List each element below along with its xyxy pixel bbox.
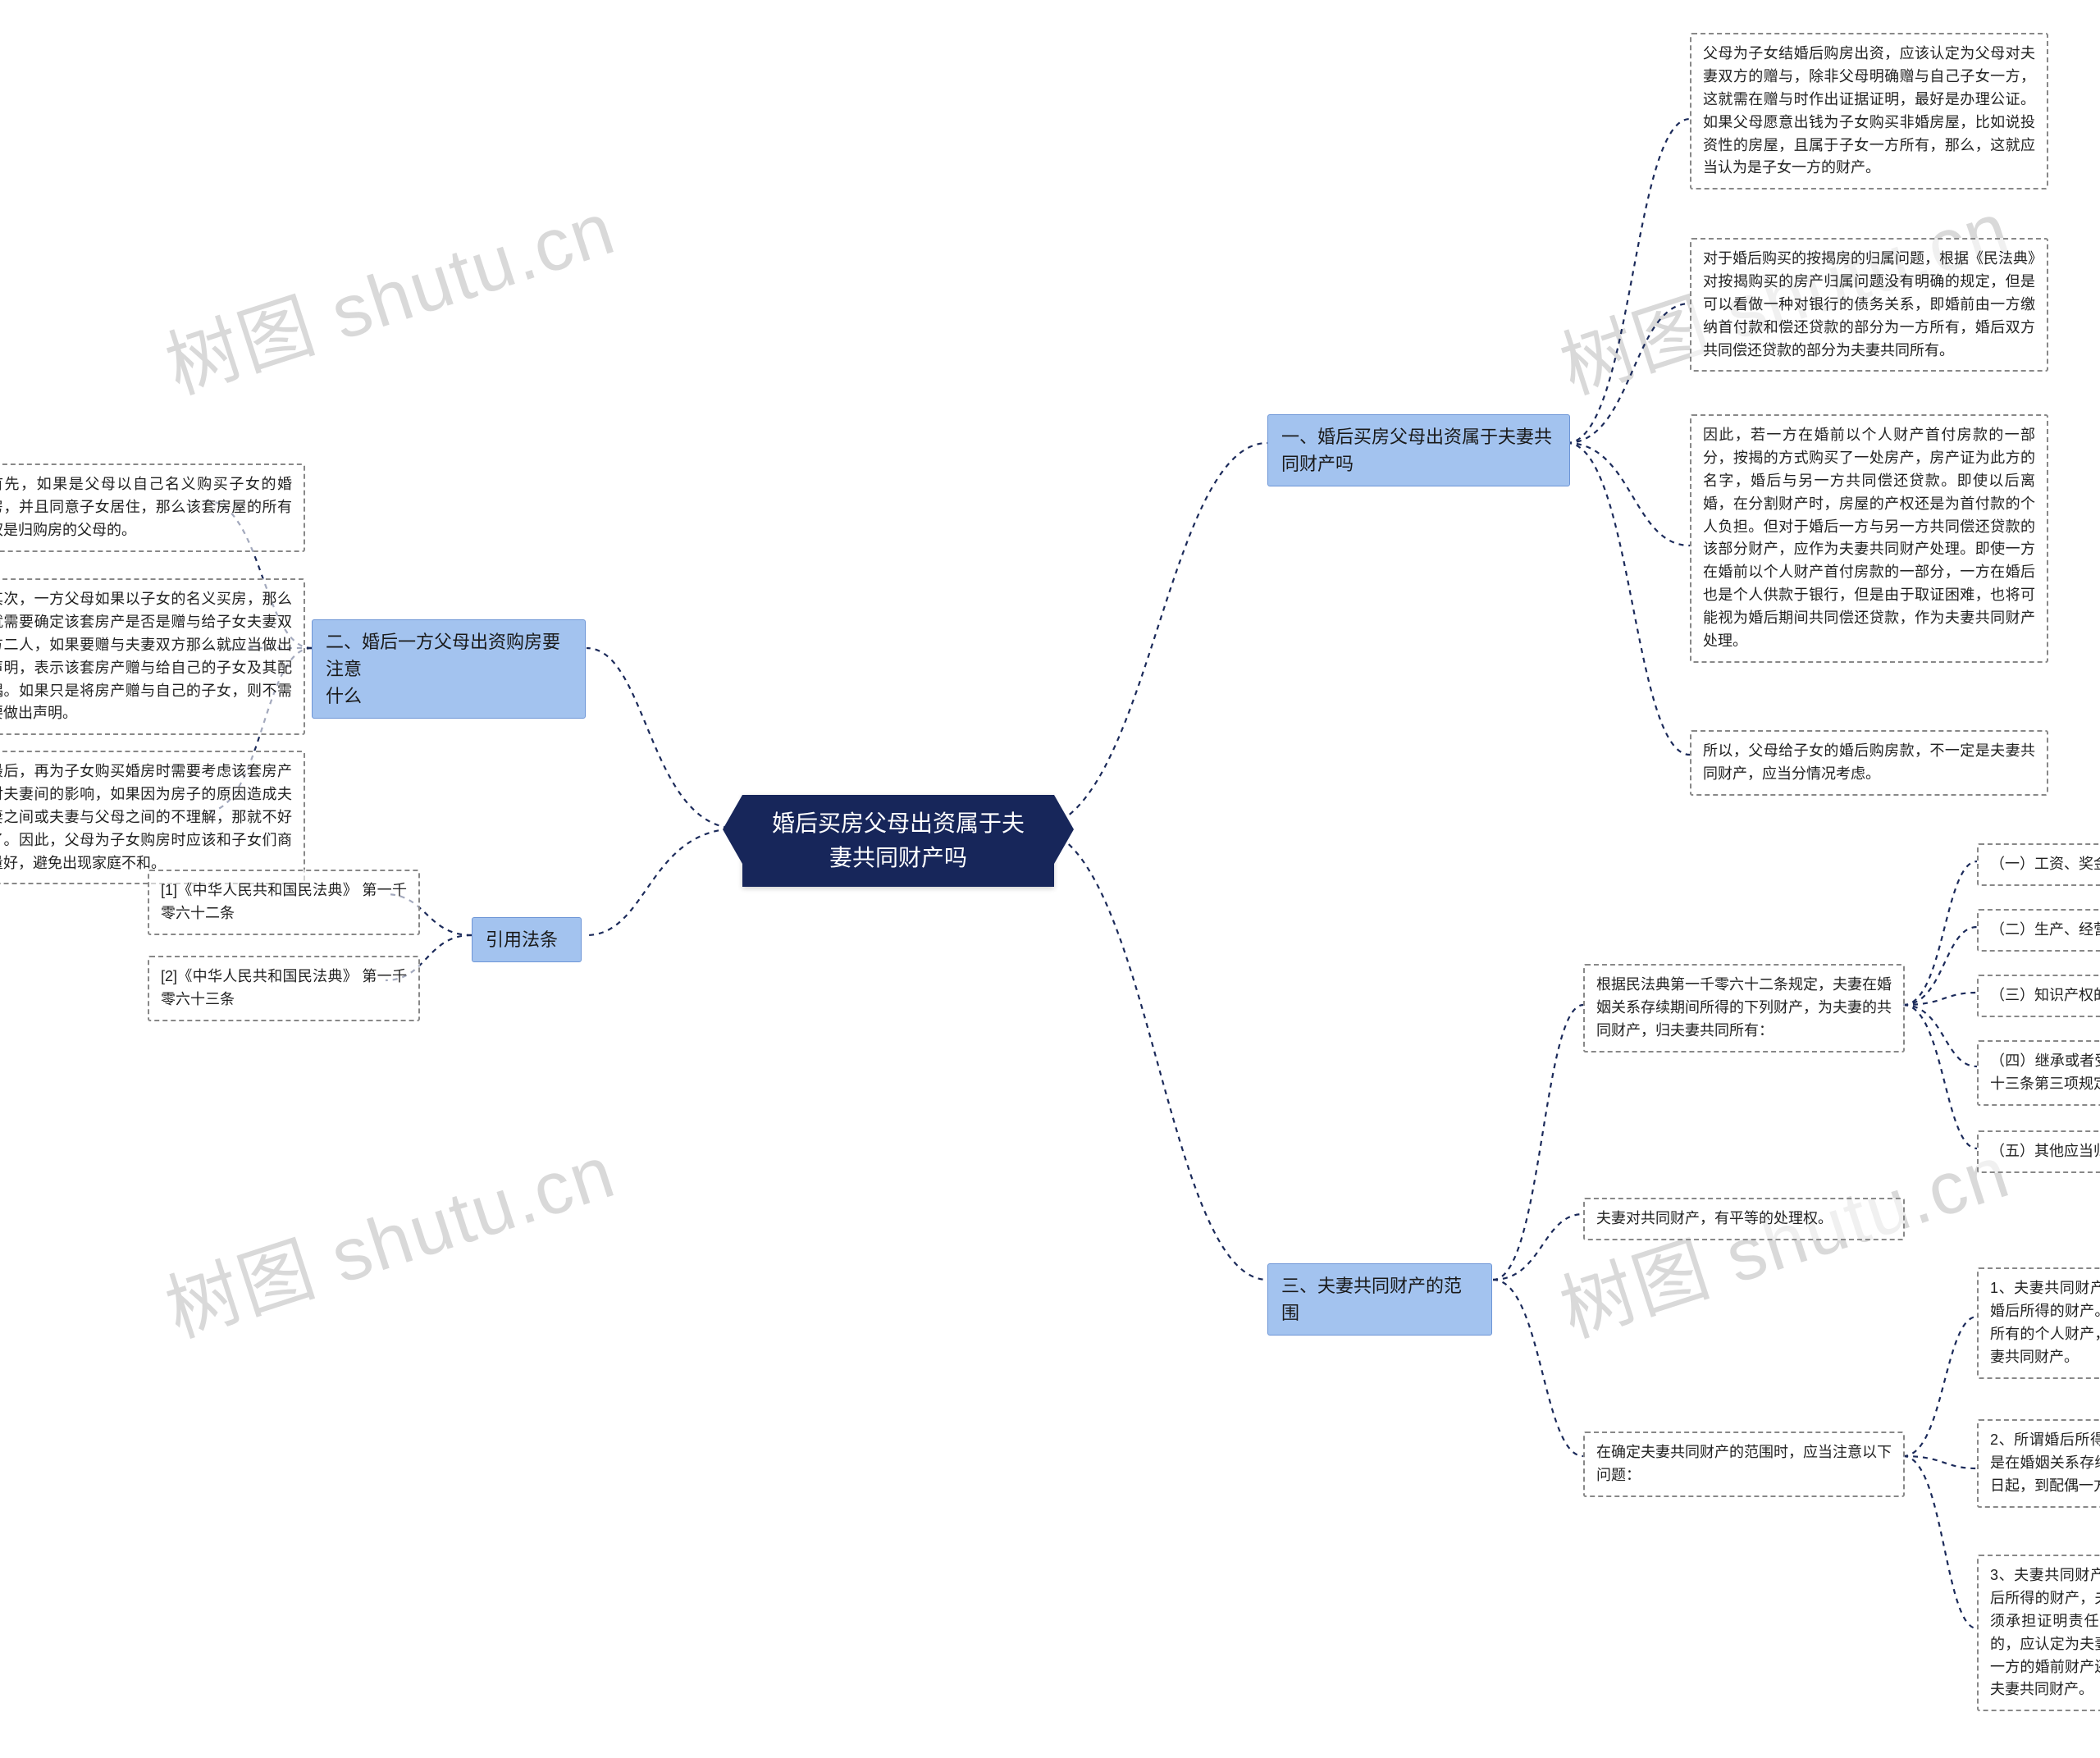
branch-1-l1: 一、婚后买房父母出资属于夫妻共 (1281, 427, 1552, 447)
b3-sub3[interactable]: 在确定夫妻共同财产的范围时，应当注意以下问题： (1583, 1432, 1905, 1497)
b2-leaf-3[interactable]: 最后，再为子女购买婚房时需要考虑该套房产对夫妻间的影响，如果因为房子的原因造成夫… (0, 751, 305, 884)
root-line2: 妻共同财产吗 (829, 845, 967, 870)
branch-2-l2: 什么 (326, 686, 362, 706)
b1-leaf-4[interactable]: 所以，父母给子女的婚后购房款，不一定是夫妻共同财产，应当分情况考虑。 (1690, 730, 2048, 796)
b3-note-3[interactable]: 3、夫妻共同财产与个人财产的关系。对于某些婚后所得的财产，夫妻一方主张应为其个人… (1977, 1555, 2100, 1711)
b3-sub2[interactable]: 夫妻对共同财产，有平等的处理权。 (1583, 1198, 1905, 1240)
watermark: 树图 shutu.cn (151, 169, 627, 414)
b3-item-1[interactable]: （一）工资、奖金、劳务报酬； (1977, 843, 2100, 886)
ref-2[interactable]: [2]《中华人民共和国民法典》 第一千零六十三条 (148, 956, 420, 1021)
b3-sub1[interactable]: 根据民法典第一千零六十二条规定，夫妻在婚姻关系存续期间所得的下列财产，为夫妻的共… (1583, 964, 1905, 1053)
root-node[interactable]: 婚后买房父母出资属于夫 妻共同财产吗 (742, 795, 1054, 887)
b3-item-4[interactable]: （四）继承或者受赠的财产，但是本法第一千零六十三条第三项规定的除外； (1977, 1040, 2100, 1106)
b1-leaf-3[interactable]: 因此，若一方在婚前以个人财产首付房款的一部分，按揭的方式购买了一处房产，房产证为… (1690, 414, 2048, 663)
ref-1[interactable]: [1]《中华人民共和国民法典》 第一千零六十二条 (148, 870, 420, 935)
b3-item-2[interactable]: （二）生产、经营、投资的收益； (1977, 909, 2100, 952)
branch-2[interactable]: 二、婚后一方父母出资购房要注意 什么 (312, 619, 586, 719)
mindmap-stage: 树图 shutu.cn 树图 shutu.cn 树图 shutu.cn 树图 s… (0, 0, 2100, 1758)
branch-1-l2: 同财产吗 (1281, 454, 1354, 474)
branch-3[interactable]: 三、夫妻共同财产的范围 (1267, 1263, 1492, 1336)
b2-leaf-1[interactable]: 首先，如果是父母以自己名义购买子女的婚房，并且同意子女居住，那么该套房屋的所有权… (0, 463, 305, 552)
b2-leaf-2[interactable]: 其次，一方父母如果以子女的名义买房，那么就需要确定该套房产是否是赠与给子女夫妻双… (0, 578, 305, 735)
branch-1[interactable]: 一、婚后买房父母出资属于夫妻共 同财产吗 (1267, 414, 1570, 486)
branch-refs[interactable]: 引用法条 (472, 917, 582, 962)
b1-leaf-2[interactable]: 对于婚后购买的按揭房的归属问题，根据《民法典》对按揭购买的房产归属问题没有明确的… (1690, 238, 2048, 372)
b3-item-3[interactable]: （三）知识产权的收益； (1977, 975, 2100, 1017)
b1-leaf-1[interactable]: 父母为子女结婚后购房出资，应该认定为父母对夫妻双方的赠与，除非父母明确赠与自己子… (1690, 33, 2048, 189)
b3-item-5[interactable]: （五）其他应当归共同所有的财产。 (1977, 1130, 2100, 1173)
watermark: 树图 shutu.cn (151, 1112, 627, 1358)
b3-note-1[interactable]: 1、夫妻共同财产的范围只限于夫妻一方或双方在婚后所得的财产。夫妻一方的婚前财产为… (1977, 1267, 2100, 1379)
branch-2-l1: 二、婚后一方父母出资购房要注意 (326, 632, 560, 679)
root-line1: 婚后买房父母出资属于夫 (772, 811, 1025, 836)
b3-note-2[interactable]: 2、所谓婚后所得的财产，是指财产权的取得时间是在婚姻关系存续期间。即从婚姻关系发… (1977, 1419, 2100, 1508)
